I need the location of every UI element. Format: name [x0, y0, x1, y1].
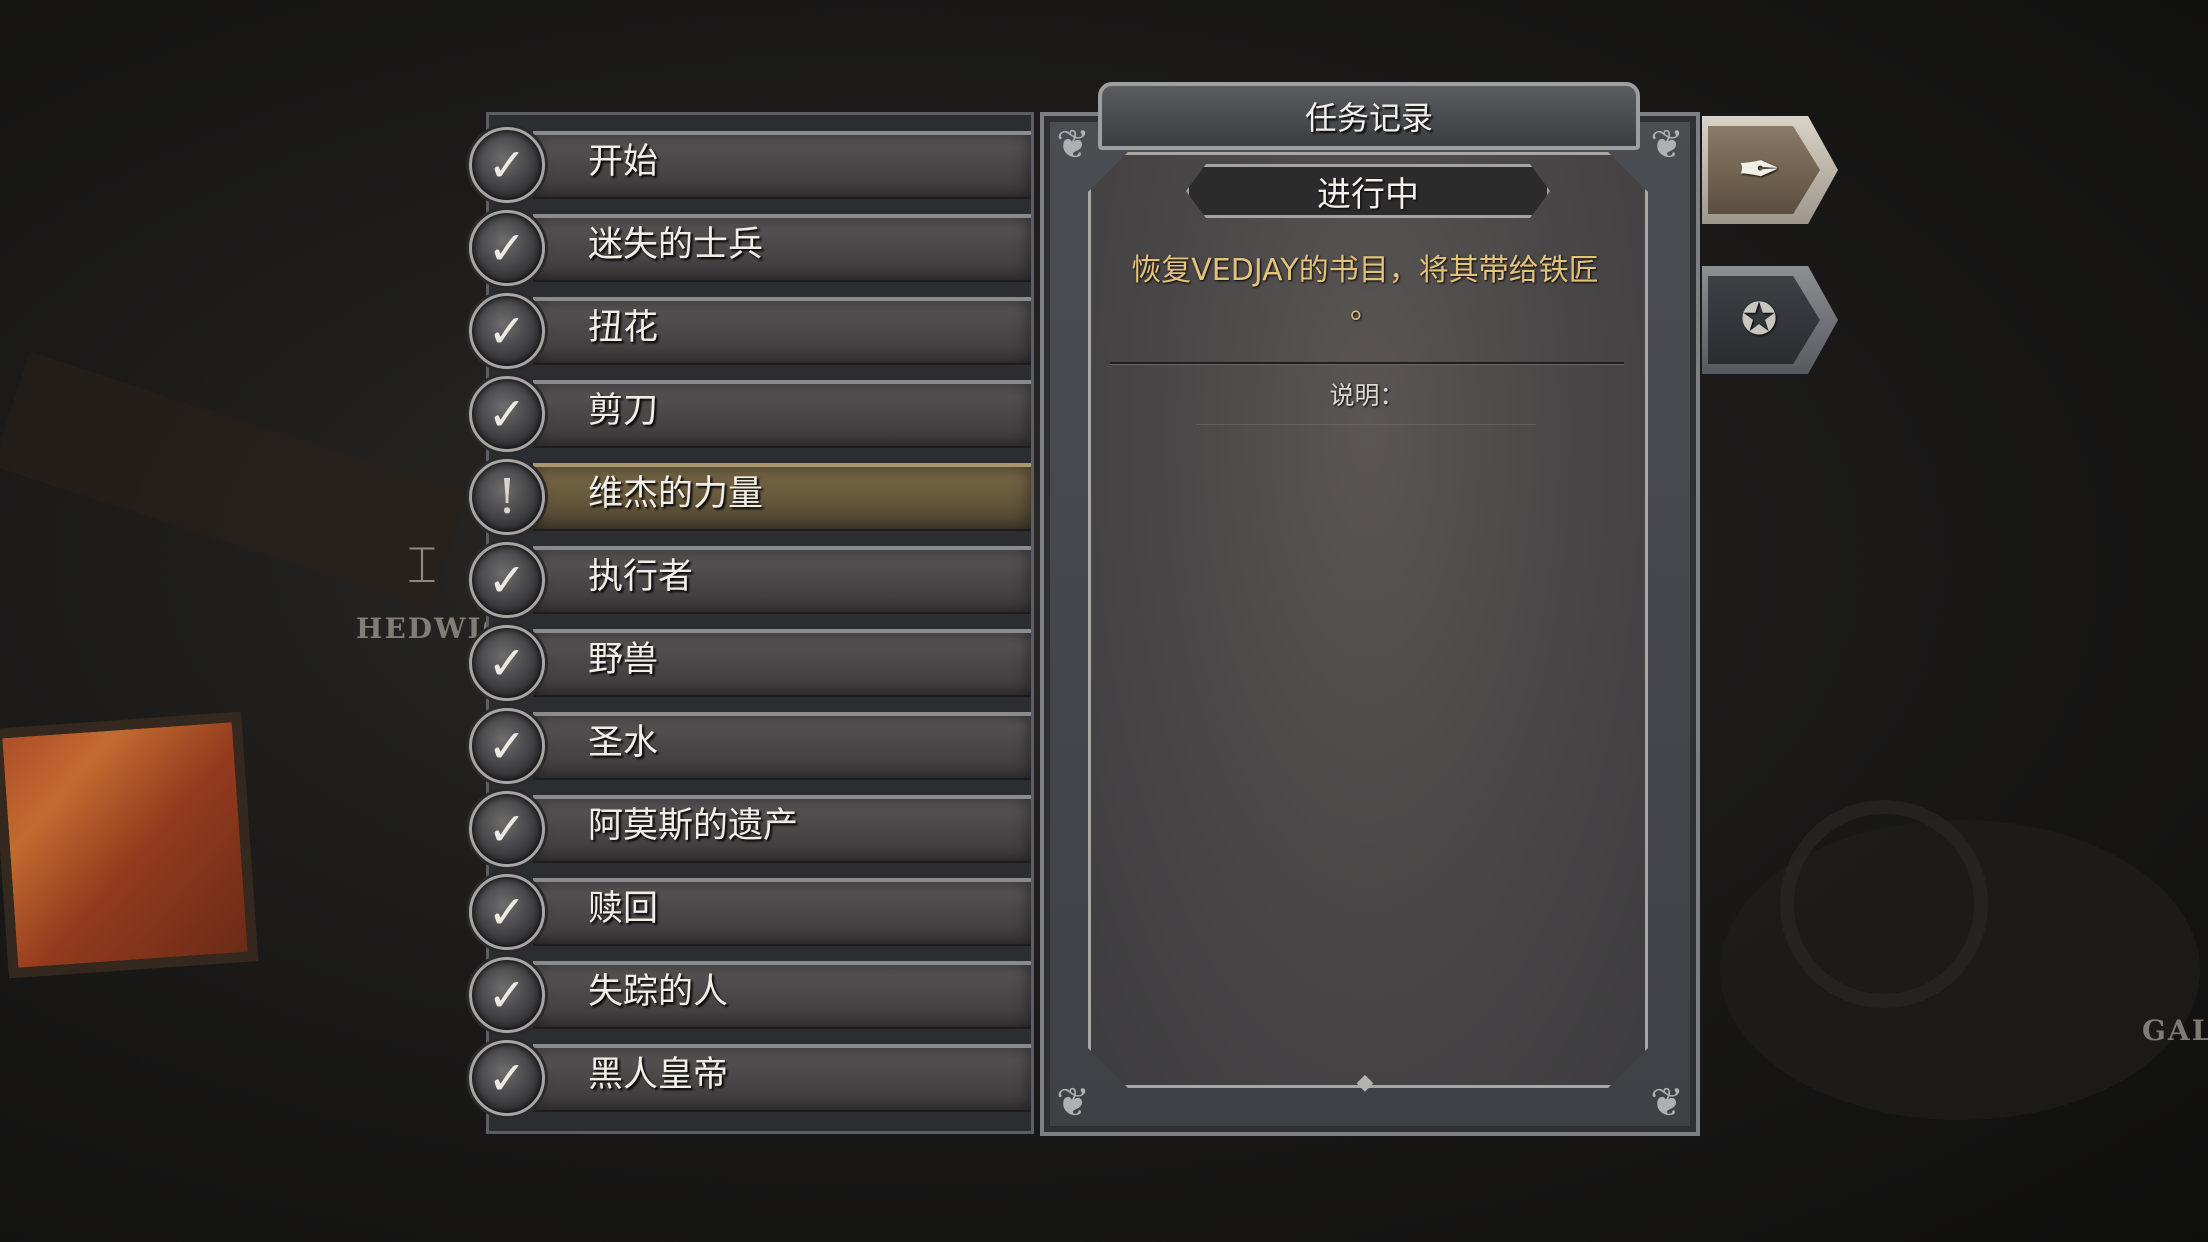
- checkmark-icon: ✓: [469, 376, 545, 452]
- objective-line: 。: [1350, 291, 1380, 326]
- checkmark-icon: ✓: [469, 542, 545, 618]
- anvil-icon: ⌶: [407, 536, 437, 594]
- achievements-tab[interactable]: ✪: [1702, 266, 1838, 374]
- checkmark-icon: ✓: [469, 293, 545, 369]
- ornament-icon: ❦: [1056, 122, 1090, 168]
- checkmark-icon: ✓: [469, 957, 545, 1033]
- quest-label: 失踪的人: [588, 972, 729, 1012]
- quest-label: 剪刀: [588, 391, 659, 431]
- quest-label: 开始: [588, 142, 659, 182]
- quest-label: 执行者: [588, 557, 694, 597]
- quest-item[interactable]: ✓ 赎回: [469, 870, 1031, 950]
- ornament-icon: ❦: [1650, 1080, 1684, 1126]
- quest-item[interactable]: ✓ 剪刀: [469, 372, 1031, 452]
- quest-status-plate: 进行中: [1186, 164, 1550, 218]
- checkmark-icon: ✓: [469, 127, 545, 203]
- quest-item-active[interactable]: ! 维杰的力量: [469, 455, 1031, 535]
- world-label-gal: GAL: [2142, 1014, 2208, 1047]
- divider: [1196, 424, 1536, 425]
- quest-label: 黑人皇帝: [588, 1055, 729, 1095]
- quest-item[interactable]: ✓ 阿莫斯的遗产: [469, 787, 1031, 867]
- checkmark-icon: ✓: [469, 708, 545, 784]
- journal-title-plate: 任务记录: [1098, 82, 1640, 150]
- scene-crate: [0, 711, 259, 979]
- ornament-icon: ◆: [1356, 1070, 1374, 1095]
- page-title: 任务记录: [1304, 99, 1433, 137]
- quest-item[interactable]: ✓ 黑人皇帝: [469, 1036, 1031, 1116]
- objective-line: 恢复VEDJAY的书目，将其带给铁匠: [1131, 253, 1599, 288]
- quest-label: 野兽: [588, 640, 659, 680]
- ornament-icon: ❦: [1056, 1080, 1090, 1126]
- quest-label: 迷失的士兵: [588, 225, 764, 265]
- quest-item[interactable]: ✓ 开始: [469, 123, 1031, 203]
- tab-inner: ✪: [1708, 276, 1820, 364]
- ornament-icon: ❦: [1650, 122, 1684, 168]
- quest-status: 进行中: [1317, 174, 1419, 215]
- checkmark-icon: ✓: [469, 791, 545, 867]
- quest-label: 阿莫斯的遗产: [588, 806, 799, 846]
- checkmark-icon: ✓: [469, 1040, 545, 1116]
- quest-item[interactable]: ✓ 执行者: [469, 538, 1031, 618]
- quest-objective: 恢复VEDJAY的书目，将其带给铁匠 。: [1112, 252, 1618, 328]
- description-label: 说明：: [1329, 381, 1405, 410]
- checkmark-icon: ✓: [469, 210, 545, 286]
- checkmark-icon: ✓: [469, 625, 545, 701]
- laurel-star-icon: ✪: [1740, 294, 1778, 345]
- quest-item[interactable]: ✓ 迷失的士兵: [469, 206, 1031, 286]
- quest-label: 赎回: [588, 889, 659, 929]
- quest-item[interactable]: ✓ 扭花: [469, 289, 1031, 369]
- quest-list: ✓ 开始 ✓ 迷失的士兵 ✓ 扭花 ✓ 剪刀 ! 维杰的力量 ✓ 执行者 ✓ 野…: [469, 112, 1034, 1134]
- quest-item[interactable]: ✓ 圣水: [469, 704, 1031, 784]
- divider: [1110, 362, 1624, 364]
- quest-label: 维杰的力量: [588, 474, 764, 514]
- quest-label: 扭花: [588, 308, 659, 348]
- tab-inner: ✒: [1708, 126, 1820, 214]
- quest-item[interactable]: ✓ 野兽: [469, 621, 1031, 701]
- checkmark-icon: ✓: [469, 874, 545, 950]
- quest-label: 圣水: [588, 723, 659, 763]
- quest-item[interactable]: ✓ 失踪的人: [469, 953, 1031, 1033]
- exclamation-icon: !: [469, 459, 545, 535]
- quill-icon: ✒: [1737, 140, 1781, 200]
- scene-wheel: [1780, 800, 1988, 1008]
- quest-journal-tab[interactable]: ✒: [1702, 116, 1838, 224]
